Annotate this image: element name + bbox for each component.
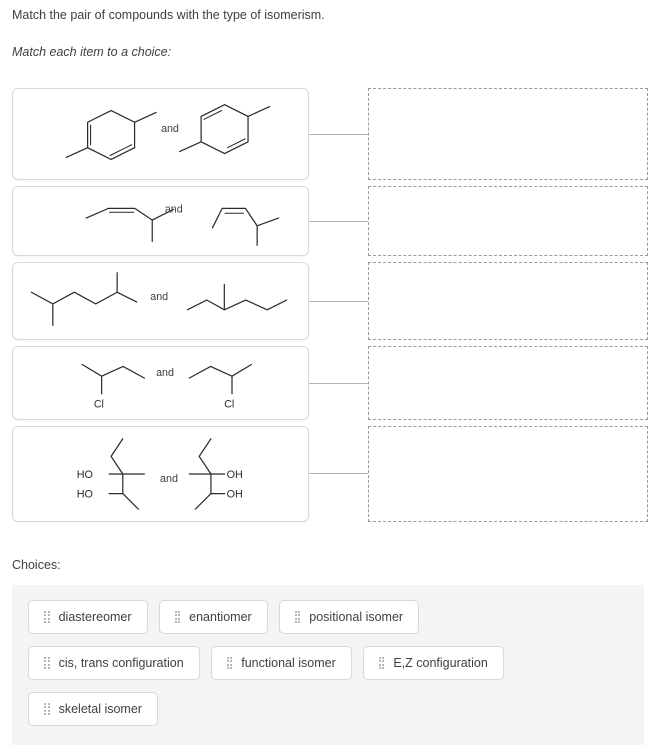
structure-pair-1: and <box>65 103 271 161</box>
choice-chip-label: skeletal isomer <box>58 702 142 716</box>
atom-label-ho-upper: HO <box>77 469 93 481</box>
item-card-5[interactable]: HO HO and OH OH <box>12 426 309 522</box>
atom-label-ho-lower: HO <box>77 489 93 501</box>
drag-handle-icon[interactable] <box>44 702 50 716</box>
atom-label-cl-right: Cl <box>224 398 234 410</box>
dropzone-3[interactable] <box>368 262 648 340</box>
structure-left-1 <box>65 109 157 161</box>
drag-handle-icon[interactable] <box>44 610 50 624</box>
structure-left-4: Cl <box>81 363 146 410</box>
connector-line-4 <box>309 383 368 384</box>
connector-line-5 <box>309 473 368 474</box>
structure-pair-3: and <box>30 272 288 326</box>
structure-left-3 <box>30 272 138 326</box>
choice-chip-label: cis, trans configuration <box>58 656 184 670</box>
atom-label-cl-left: Cl <box>94 398 104 410</box>
dropzone-1[interactable] <box>368 88 648 180</box>
choice-chip-label: enantiomer <box>189 610 252 624</box>
dropzone-2[interactable] <box>368 186 648 256</box>
connector-line-2 <box>309 221 368 222</box>
choice-chip-ez-configuration[interactable]: E,Z configuration <box>362 646 504 680</box>
structure-left-2 <box>85 207 175 243</box>
choice-chip-cis-trans-configuration[interactable]: cis, trans configuration <box>28 646 200 680</box>
drag-handle-icon[interactable] <box>226 656 233 670</box>
choices-panel: diastereomer enantiomer positional isome… <box>12 585 644 745</box>
choice-chip-positional-isomer[interactable]: positional isomer <box>278 600 420 634</box>
structure-right-2 <box>211 207 280 246</box>
choices-row-2: cis, trans configuration functional isom… <box>12 634 644 680</box>
item-card-1[interactable]: and <box>12 88 309 180</box>
and-label-4: and <box>156 367 174 379</box>
item-card-2[interactable]: and <box>12 186 309 256</box>
choice-chip-enantiomer[interactable]: enantiomer <box>158 600 268 634</box>
structure-right-3 <box>186 283 288 311</box>
choice-chip-label: diastereomer <box>58 610 132 624</box>
connector-line-3 <box>309 301 368 302</box>
and-label-5: and <box>160 473 178 485</box>
choices-row-1: diastereomer enantiomer positional isome… <box>12 585 644 634</box>
atom-label-oh-lower: OH <box>227 489 243 501</box>
choice-chip-label: positional isomer <box>309 610 404 624</box>
dropzone-5[interactable] <box>368 426 648 522</box>
and-label-2: and <box>165 203 183 215</box>
item-card-4[interactable]: Cl and Cl <box>12 346 309 420</box>
connector-line-1 <box>309 134 368 135</box>
instruction-text: Match each item to a choice: <box>12 45 172 59</box>
choice-chip-label: functional isomer <box>241 656 336 670</box>
structure-pair-5: HO HO and OH OH <box>77 438 243 510</box>
drag-handle-icon[interactable] <box>378 656 385 670</box>
drag-handle-icon[interactable] <box>294 610 301 624</box>
choice-chip-diastereomer[interactable]: diastereomer <box>28 600 148 634</box>
structure-left-5: HO HO <box>77 438 145 510</box>
structure-pair-2: and <box>85 203 280 246</box>
atom-label-oh-upper: OH <box>227 469 243 481</box>
structure-right-4: Cl <box>188 363 253 410</box>
choice-chip-functional-isomer[interactable]: functional isomer <box>210 646 352 680</box>
choices-label: Choices: <box>12 558 61 572</box>
choice-chip-label: E,Z configuration <box>393 656 488 670</box>
drag-handle-icon[interactable] <box>44 656 50 670</box>
page-title: Match the pair of compounds with the typ… <box>12 8 325 22</box>
structure-pair-4: Cl and Cl <box>81 363 253 410</box>
choices-row-3: skeletal isomer <box>12 680 644 726</box>
drag-handle-icon[interactable] <box>174 610 181 624</box>
and-label-3: and <box>150 291 168 303</box>
structure-right-5: OH OH <box>188 438 243 510</box>
dropzone-4[interactable] <box>368 346 648 420</box>
item-card-3[interactable]: and <box>12 262 309 340</box>
and-label-1: and <box>161 123 179 135</box>
structure-right-1 <box>178 103 271 155</box>
choice-chip-skeletal-isomer[interactable]: skeletal isomer <box>28 692 158 726</box>
